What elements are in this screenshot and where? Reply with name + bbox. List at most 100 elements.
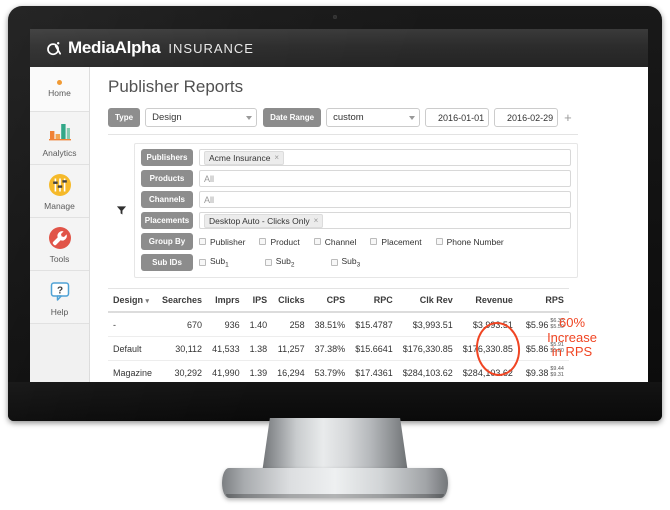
checkbox-product[interactable]: Product [259,236,300,247]
filter-row-products: Products All [141,170,571,187]
close-icon[interactable]: × [274,153,279,162]
report-table: Design ▾ Searches Imprs IPS Clicks CPS R… [108,288,569,382]
app-header: MediaAlpha INSURANCE [30,29,648,67]
group-by-label: Group By [141,233,193,250]
cell-clicks: 16,294 [272,360,310,382]
checkbox-label: Publisher [210,236,246,247]
sidebar-item-label: Tools [49,253,70,264]
report-toolbar: Type Design Date Range custom 2016-01-01 [108,108,578,135]
checkbox-label: Placement [381,236,422,247]
checkbox-icon[interactable] [199,238,206,245]
checkbox-icon[interactable] [313,238,321,245]
monitor-mockup: MediaAlpha INSURANCE Home Analytics Mana… [0,0,670,510]
channels-input[interactable]: All [199,191,571,208]
checkbox-publisher[interactable]: Publisher [199,237,245,247]
checkbox-icon[interactable] [264,259,272,266]
filter-label: Channels [141,191,193,208]
sidebar-item-label: Home [48,88,71,98]
checkbox-icon[interactable] [259,238,267,245]
cell-design: - [108,312,158,337]
type-select[interactable]: Design [145,108,258,127]
checkbox-icon[interactable] [370,238,378,245]
table-header: Design ▾ Searches Imprs IPS Clicks CPS R… [108,288,569,313]
sidebar-item-label: Analytics [42,147,77,158]
monitor-stand-foot [222,468,448,498]
filter-panel: Publishers Acme Insurance × Products All… [108,143,578,278]
sidebar-item-manage[interactable]: Manage [30,165,89,218]
report-table-zone: Design ▾ Searches Imprs IPS Clicks CPS R… [108,288,597,382]
sub-ids-options: Sub1 Sub2 Sub3 [199,256,571,269]
sidebar-item-analytics[interactable]: Analytics [30,112,89,165]
chevron-down-icon[interactable]: ▾ [146,298,150,305]
column-header-revenue[interactable]: Revenue [457,288,518,313]
brand-name: MediaAlpha [68,38,161,57]
cell-searches: 30,112 [157,336,208,361]
table-row[interactable]: Default 30,112 41,533 1.38 11,257 37.38%… [108,336,569,361]
placements-input[interactable]: Desktop Auto - Clicks Only × [199,212,571,229]
question-bubble-icon: ? [47,278,73,304]
add-filter-button[interactable]: + [564,110,572,125]
column-label: Design [113,295,144,305]
page-title: Publisher Reports [108,77,244,96]
chevron-down-icon [409,115,416,120]
main-content: Publisher Reports Type Design Date Range… [90,67,648,382]
filter-row-publishers: Publishers Acme Insurance × [141,149,571,166]
sidebar-item-label: Manage [44,200,75,211]
column-header-clk-rev[interactable]: Clk Rev [397,288,458,313]
checkbox-sub2[interactable]: Sub2 [264,256,295,269]
column-header-rpc[interactable]: RPC [350,288,398,313]
column-header-rps[interactable]: RPS [517,288,569,313]
cell-ips: 1.38 [244,336,273,361]
date-range-value: custom [333,112,364,123]
filter-tag-label: Acme Insurance [209,152,271,163]
checkbox-icon[interactable] [435,238,443,245]
type-label: Type [108,108,141,127]
cell-ips: 1.39 [244,360,273,382]
checkbox-label: Channel [324,236,357,247]
column-header-ips[interactable]: IPS [244,288,273,313]
filter-tag-label: Desktop Auto - Clicks Only [209,215,310,226]
checkbox-icon[interactable] [199,259,206,266]
checkbox-phone-number[interactable]: Phone Number [435,237,504,247]
cell-searches: 670 [157,312,208,337]
filter-row-channels: Channels All [141,191,571,208]
monitor-bottom-bezel [8,382,662,421]
column-header-imprs[interactable]: Imprs [207,288,245,313]
table-row[interactable]: - 670 936 1.40 258 38.51% $15.4787 $3,99… [108,312,569,337]
cell-clk-rev: $176,330.85 [397,336,458,361]
cell-rpc: $15.6641 [350,336,398,361]
products-input[interactable]: All [199,170,571,187]
sidebar-item-home[interactable]: Home [30,67,89,112]
cell-cps: 37.38% [309,336,351,361]
rps-value: $9.38 [525,367,549,378]
date-end-input[interactable]: 2016-02-29 [494,108,559,127]
publishers-input[interactable]: Acme Insurance × [199,149,571,166]
checkbox-icon[interactable] [330,259,338,266]
checkbox-label-subscript: 2 [290,261,295,269]
cell-ips: 1.40 [244,312,273,337]
filter-tag[interactable]: Desktop Auto - Clicks Only × [204,213,324,228]
column-header-searches[interactable]: Searches [157,288,208,313]
checkbox-channel[interactable]: Channel [313,236,357,247]
close-icon[interactable]: × [314,216,319,225]
cell-design: Magazine [108,360,158,382]
application-window: MediaAlpha INSURANCE Home Analytics Mana… [30,29,648,382]
checkbox-sub3[interactable]: Sub3 [330,256,360,269]
sidebar-item-tools[interactable]: Tools [30,218,89,271]
date-start-input[interactable]: 2016-01-01 [425,108,490,127]
filter-tag[interactable]: Acme Insurance × [204,150,285,165]
column-header-cps[interactable]: CPS [309,288,351,313]
sidebar-item-help[interactable]: ? Help [30,271,89,324]
filter-label: Publishers [141,149,193,166]
column-header-clicks[interactable]: Clicks [272,288,310,313]
cell-clicks: 11,257 [272,336,310,361]
monitor-bezel: MediaAlpha INSURANCE Home Analytics Mana… [8,6,662,421]
checkbox-placement[interactable]: Placement [370,236,422,247]
filter-rows: Publishers Acme Insurance × Products All… [134,143,578,278]
cell-imprs: 41,533 [207,336,245,361]
table-row[interactable]: Magazine 30,292 41,990 1.39 16,294 53.79… [108,360,569,382]
checkbox-sub1[interactable]: Sub1 [199,256,229,269]
column-header-design[interactable]: Design ▾ [108,288,158,313]
checkbox-label: Product [270,236,300,247]
date-range-select[interactable]: custom [326,108,421,127]
